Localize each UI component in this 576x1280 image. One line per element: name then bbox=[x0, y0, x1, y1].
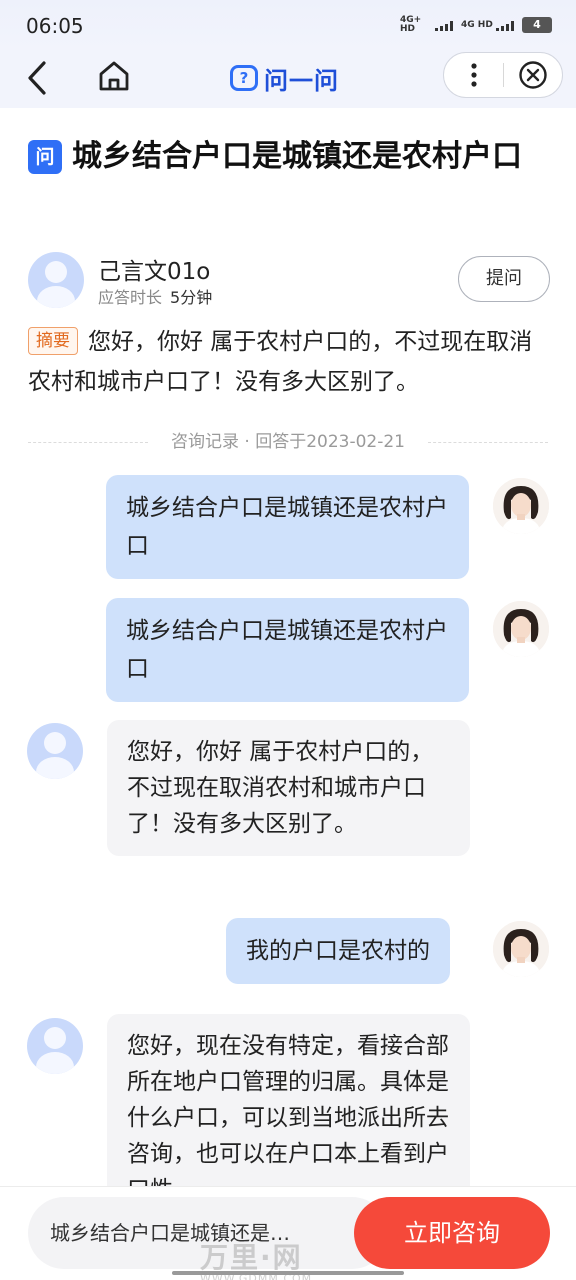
chevron-left-icon bbox=[28, 61, 46, 95]
home-indicator[interactable] bbox=[172, 1271, 404, 1275]
status-bar: 06:05 4G+ HD 4G HD 4 bbox=[0, 0, 576, 52]
user-avatar-icon bbox=[493, 478, 549, 534]
expert-message: 您好，现在没有特定，看接合部所在地户口管理的归属。具体是什么户口，可以到当地派出… bbox=[107, 1014, 470, 1194]
logo-text: 问一问 bbox=[264, 66, 339, 95]
record-label: 咨询记录 · 回答于2023-02-21 bbox=[170, 432, 405, 452]
message-bubble: 城乡结合户口是城镇还是农村户口 bbox=[106, 475, 469, 579]
signal-bars-icon bbox=[496, 21, 514, 31]
user-avatar-icon bbox=[493, 601, 549, 657]
status-time: 06:05 bbox=[26, 14, 84, 38]
question-badge: 问 bbox=[28, 140, 62, 174]
answerer-name: 己言文01o bbox=[98, 259, 211, 285]
summary-tag: 摘要 bbox=[28, 327, 78, 355]
consult-now-button[interactable]: 立即咨询 bbox=[354, 1197, 550, 1269]
logo-question-icon: ? bbox=[230, 65, 258, 91]
avatar[interactable] bbox=[27, 1018, 83, 1074]
answer-summary: 摘要 您好，你好 属于农村户口的，不过现在取消农村和城市户口了！没有多大区别了。 bbox=[28, 322, 548, 402]
message-bubble: 我的户口是农村的 bbox=[226, 918, 450, 984]
avatar bbox=[493, 478, 549, 534]
record-divider: 咨询记录 · 回答于2023-02-21 bbox=[28, 428, 548, 456]
avatar[interactable] bbox=[28, 252, 84, 308]
avatar bbox=[493, 601, 549, 657]
user-avatar-icon bbox=[493, 921, 549, 977]
ask-button[interactable]: 提问 bbox=[458, 256, 550, 302]
message-bubble: 您好，现在没有特定，看接合部所在地户口管理的归属。具体是什么户口，可以到当地派出… bbox=[107, 1014, 470, 1194]
mini-program-capsule bbox=[443, 52, 563, 98]
more-vertical-icon bbox=[470, 63, 477, 87]
expert-message: 您好，你好 属于农村户口的，不过现在取消农村和城市户口了！没有多大区别了。 bbox=[107, 720, 470, 856]
signal-1: 4G+ HD bbox=[400, 16, 453, 34]
home-icon bbox=[99, 61, 129, 91]
signal-bars-icon bbox=[435, 21, 453, 31]
status-indicators: 4G+ HD 4G HD 4 bbox=[400, 16, 552, 34]
avatar[interactable] bbox=[27, 723, 83, 779]
close-button[interactable] bbox=[504, 52, 562, 98]
home-button[interactable] bbox=[94, 56, 134, 96]
close-circle-icon bbox=[519, 61, 547, 89]
question-header: 问 城乡结合户口是城镇还是农村户口 bbox=[28, 134, 548, 180]
nav-bar: ? 问一问 bbox=[0, 52, 576, 108]
message-bubble: 城乡结合户口是城镇还是农村户口 bbox=[106, 598, 469, 702]
network-1-label: 4G+ HD bbox=[400, 15, 422, 34]
watermark-main: 万里·网 bbox=[200, 1241, 303, 1274]
back-button[interactable] bbox=[22, 58, 54, 98]
more-button[interactable] bbox=[444, 52, 503, 98]
answerer-card: 己言文01o 应答时长 5分钟 提问 bbox=[28, 248, 550, 308]
user-message: 城乡结合户口是城镇还是农村户口 bbox=[106, 598, 469, 702]
signal-2: 4G HD bbox=[461, 19, 514, 31]
response-time: 应答时长 5分钟 bbox=[98, 284, 212, 308]
app-logo: ? 问一问 bbox=[230, 62, 339, 95]
user-message: 城乡结合户口是城镇还是农村户口 bbox=[106, 475, 469, 579]
avatar bbox=[493, 921, 549, 977]
question-title: 城乡结合户口是城镇还是农村户口 bbox=[72, 139, 522, 174]
message-bubble: 您好，你好 属于农村户口的，不过现在取消农村和城市户口了！没有多大区别了。 bbox=[107, 720, 470, 856]
network-2-label: 4G HD bbox=[461, 19, 493, 30]
response-time-value: 5分钟 bbox=[170, 288, 213, 307]
summary-text: 您好，你好 属于农村户口的，不过现在取消农村和城市户口了！没有多大区别了。 bbox=[28, 329, 533, 395]
battery-icon: 4 bbox=[522, 17, 552, 33]
user-message: 我的户口是农村的 bbox=[226, 918, 450, 984]
response-time-label: 应答时长 bbox=[98, 288, 163, 307]
